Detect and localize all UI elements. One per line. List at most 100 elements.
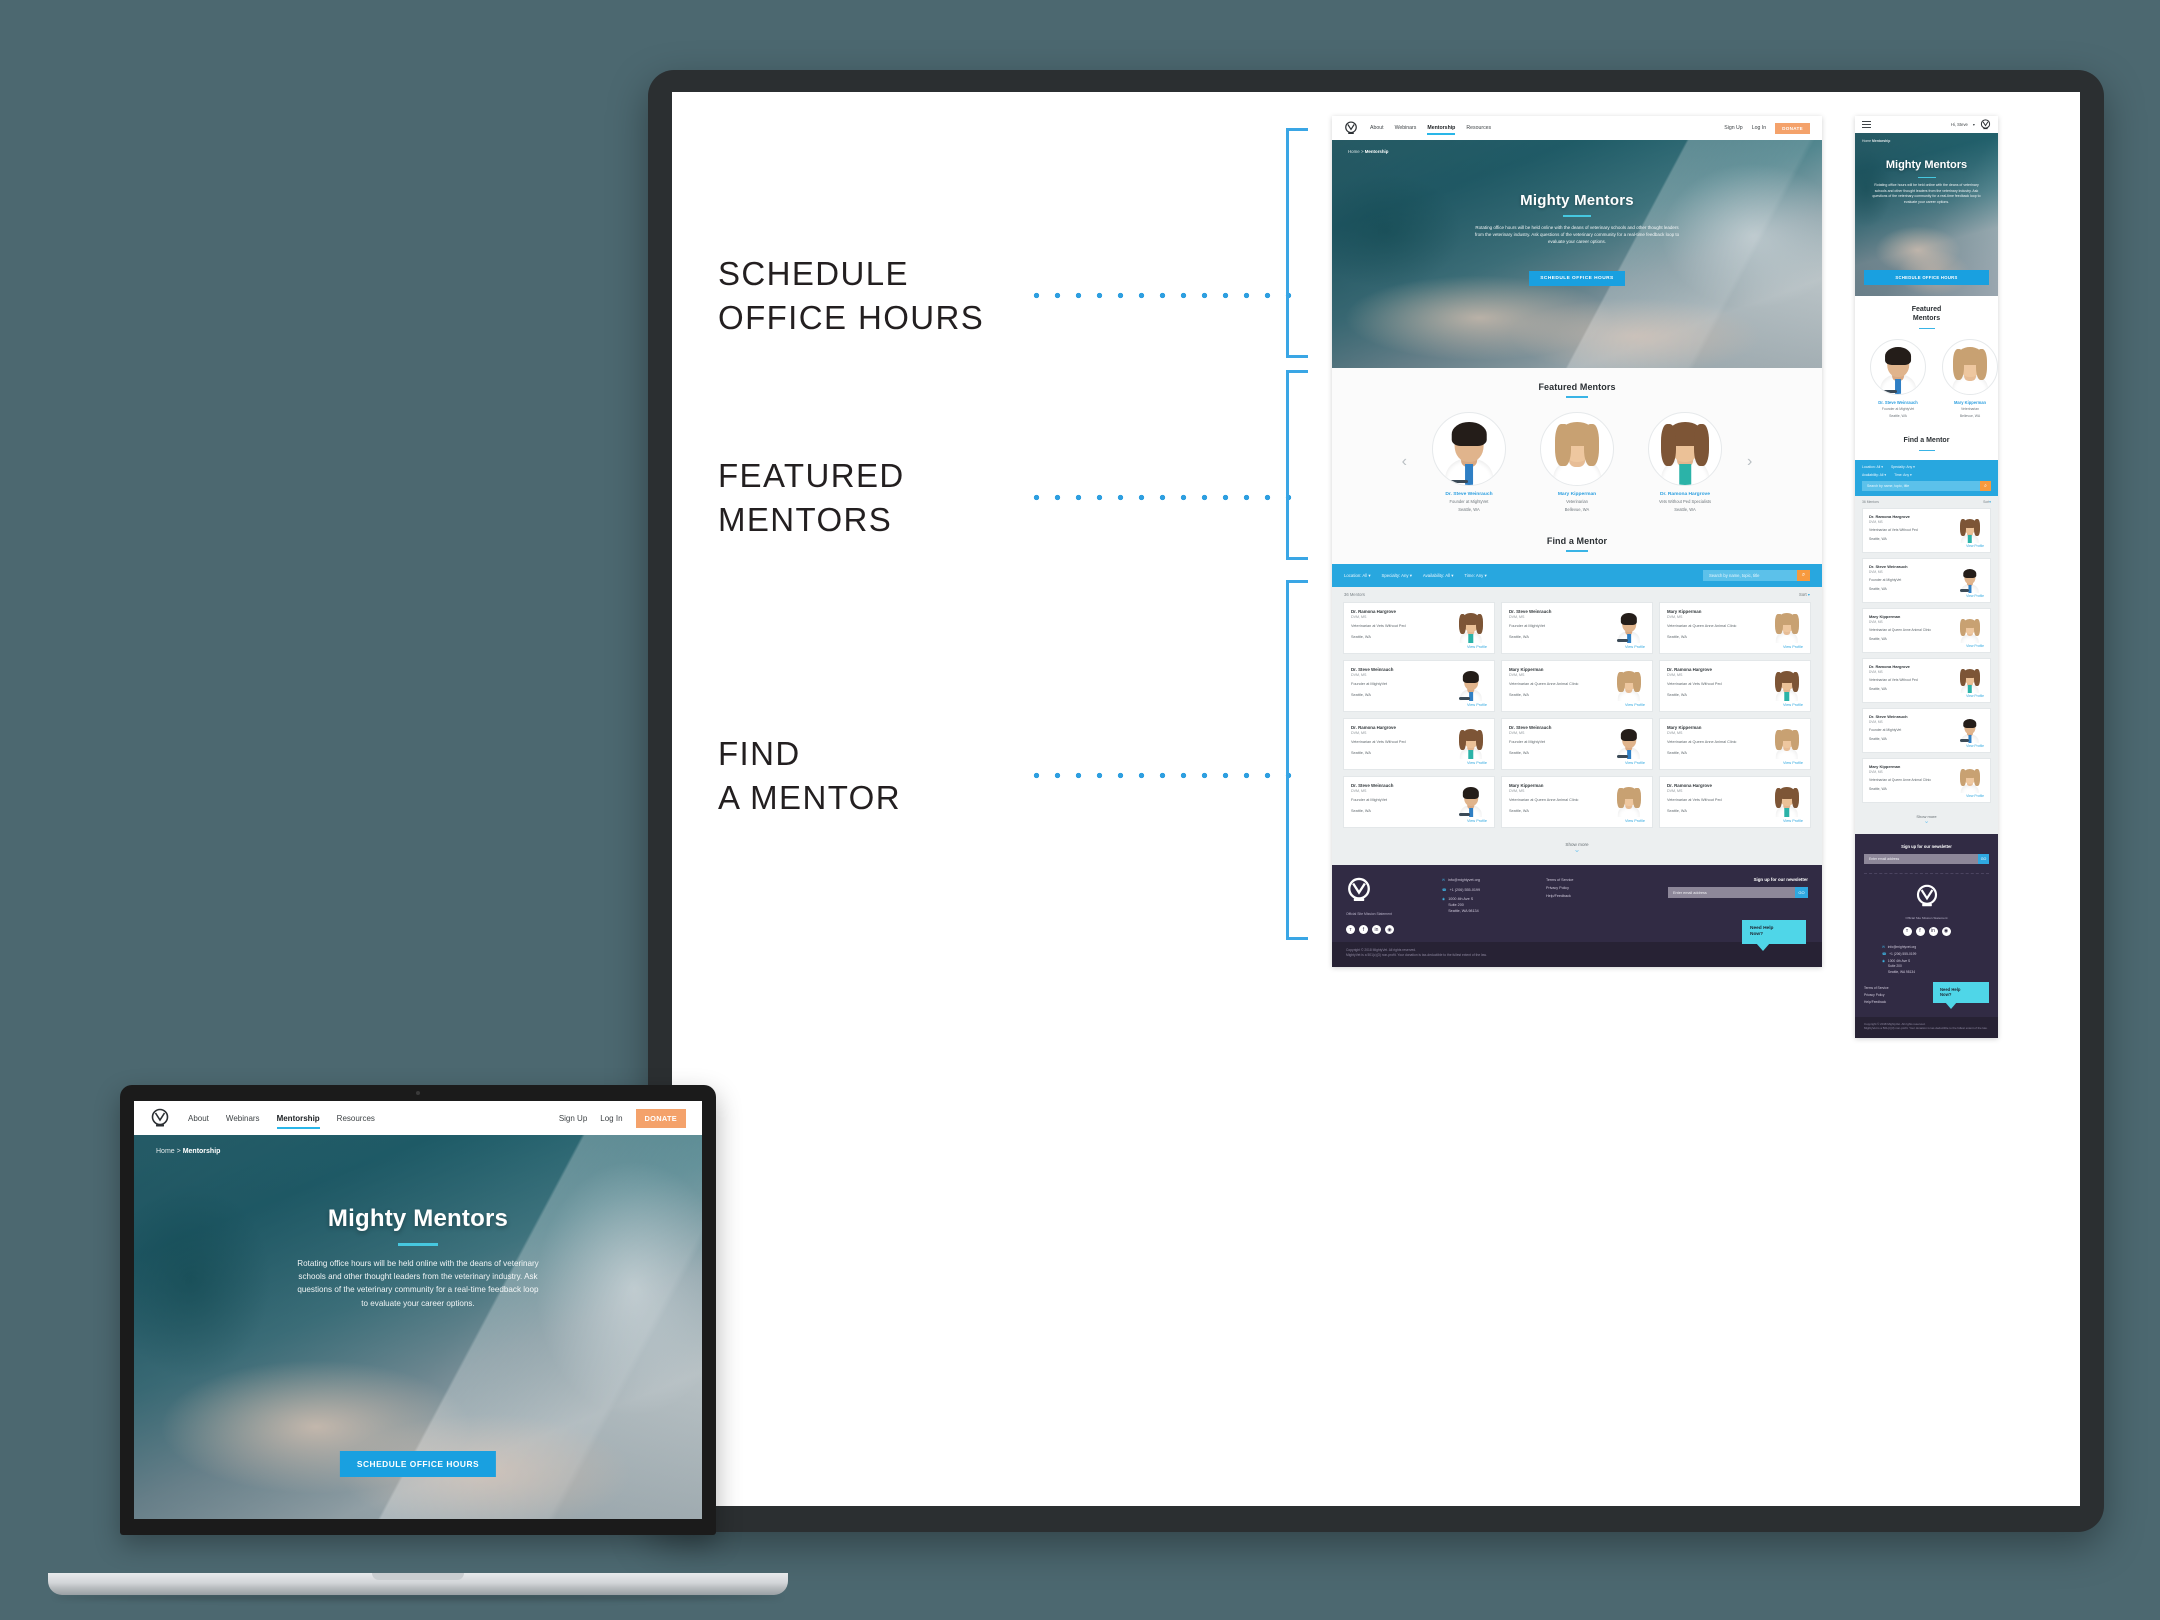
footer-link-terms[interactable]: Terms of Service xyxy=(1546,877,1638,885)
donate-button[interactable]: DONATE xyxy=(1775,122,1810,134)
featured-mentor-item[interactable]: Mary Kipperman Veterinarian Bellevue, WA xyxy=(1939,338,1998,419)
mentor-card[interactable]: Mary Kipperman DVM, MS Veterinarian at Que… xyxy=(1659,602,1811,655)
sign-up-link[interactable]: Sign Up xyxy=(1724,125,1742,131)
footer-email[interactable]: info@mightyvet.org xyxy=(1888,945,1916,950)
filter-location[interactable]: Location: All ▾ xyxy=(1344,573,1371,579)
view-profile-link[interactable]: View Profile xyxy=(1625,761,1645,765)
view-profile-link[interactable]: View Profile xyxy=(1467,703,1487,707)
sort-dropdown[interactable]: Sort ▾ xyxy=(1799,592,1810,597)
view-profile-link[interactable]: View Profile xyxy=(1467,819,1487,823)
hamburger-menu-icon[interactable] xyxy=(1862,119,1871,130)
need-help-now-badge[interactable]: Need Help Now? xyxy=(1933,981,1989,1009)
twitter-icon[interactable]: ᴛ xyxy=(1902,926,1912,936)
featured-mentor-item[interactable]: Dr. Steve Weinrauch Founder at MightyVet… xyxy=(1867,338,1929,419)
mightyvet-logo-icon[interactable] xyxy=(1980,119,1991,130)
nav-link-resources[interactable]: Resources xyxy=(337,1114,375,1123)
search-icon[interactable]: ⌕ xyxy=(1980,480,1991,491)
mentor-card[interactable]: Mary Kipperman DVM, MS Veterinarian at Que… xyxy=(1501,776,1653,829)
view-profile-link[interactable]: View Profile xyxy=(1783,819,1803,823)
nav-link-mentorship[interactable]: Mentorship xyxy=(1427,125,1455,135)
linkedin-icon[interactable]: in xyxy=(1928,926,1938,936)
view-profile-link[interactable]: View Profile xyxy=(1625,703,1645,707)
show-more-button[interactable]: Show more ⌄ xyxy=(1855,810,1998,834)
featured-mentor-item[interactable]: Dr. Ramona Hargrove Vets Without Ped Spe… xyxy=(1639,411,1731,513)
view-profile-link[interactable]: View Profile xyxy=(1783,645,1803,649)
sign-up-link[interactable]: Sign Up xyxy=(559,1114,587,1123)
footer-phone[interactable]: +1 (206) 555-0199 xyxy=(1450,887,1480,893)
log-in-link[interactable]: Log In xyxy=(1752,125,1766,131)
mentor-card[interactable]: Dr. Steve Weinrauch DVM, MS Founder at Mig… xyxy=(1862,557,1991,603)
newsletter-email-input[interactable]: Enter email address xyxy=(1668,887,1795,899)
view-profile-link[interactable]: View Profile xyxy=(1966,594,1984,598)
filter-specialty[interactable]: Specialty: Any ▾ xyxy=(1382,573,1412,579)
view-profile-link[interactable]: View Profile xyxy=(1783,761,1803,765)
mentor-card[interactable]: Dr. Ramona Hargrove DVM, MS Veterinarian a… xyxy=(1659,776,1811,829)
mentor-card[interactable]: Mary Kipperman DVM, MS Veterinarian at Que… xyxy=(1659,718,1811,771)
donate-button[interactable]: DONATE xyxy=(635,1108,686,1128)
filter-location[interactable]: Location: All ▾ xyxy=(1862,465,1883,469)
view-profile-link[interactable]: View Profile xyxy=(1783,703,1803,707)
mentor-card[interactable]: Dr. Ramona Hargrove DVM, MS Veterinarian a… xyxy=(1862,657,1991,703)
mightyvet-logo-icon[interactable] xyxy=(150,1108,170,1128)
view-profile-link[interactable]: View Profile xyxy=(1966,744,1984,748)
mentor-card[interactable]: Dr. Ramona Hargrove DVM, MS Veterinarian a… xyxy=(1343,602,1495,655)
view-profile-link[interactable]: View Profile xyxy=(1966,794,1984,798)
footer-link-help[interactable]: Help/Feedback xyxy=(1546,893,1638,901)
mentor-card[interactable]: Dr. Ramona Hargrove DVM, MS Veterinarian a… xyxy=(1343,718,1495,771)
facebook-icon[interactable]: f xyxy=(1359,925,1368,935)
view-profile-link[interactable]: View Profile xyxy=(1625,819,1645,823)
filter-availability[interactable]: Availability: All ▾ xyxy=(1423,573,1454,579)
featured-mentor-item[interactable]: Mary Kipperman Veterinarian Bellevue, WA xyxy=(1531,411,1623,513)
mentor-card[interactable]: Mary Kipperman DVM, MS Veterinarian at Que… xyxy=(1862,607,1991,653)
mentor-search-input[interactable]: Search by name, topic, title xyxy=(1703,570,1797,582)
log-in-link[interactable]: Log In xyxy=(600,1114,622,1123)
footer-email[interactable]: info@mightyvet.org xyxy=(1448,877,1480,883)
mentor-card[interactable]: Dr. Steve Weinrauch DVM, MS Founder at Mig… xyxy=(1343,776,1495,829)
search-icon[interactable]: ⌕ xyxy=(1797,570,1810,582)
schedule-office-hours-button[interactable]: SCHEDULE OFFICE HOURS xyxy=(1529,271,1625,287)
need-help-now-badge[interactable]: Need Help Now? xyxy=(1742,919,1806,952)
filter-time[interactable]: Time: Any ▾ xyxy=(1894,473,1912,477)
view-profile-link[interactable]: View Profile xyxy=(1625,645,1645,649)
nav-link-about[interactable]: About xyxy=(188,1114,209,1123)
view-profile-link[interactable]: View Profile xyxy=(1467,761,1487,765)
twitter-icon[interactable]: ᴛ xyxy=(1346,925,1355,935)
mentor-card[interactable]: Dr. Steve Weinrauch DVM, MS Founder at Mig… xyxy=(1862,707,1991,753)
mentor-search-input[interactable]: Search by name, topic, title xyxy=(1862,480,1980,491)
footer-link-privacy[interactable]: Privacy Policy xyxy=(1546,885,1638,893)
breadcrumb-home[interactable]: Home xyxy=(1348,149,1360,154)
mentor-card[interactable]: Mary Kipperman DVM, MS Veterinarian at Que… xyxy=(1862,757,1991,803)
show-more-button[interactable]: Show more ⌄ xyxy=(1332,838,1822,866)
mobile-schedule-office-hours-button[interactable]: SCHEDULE OFFICE HOURS xyxy=(1864,270,1989,285)
linkedin-icon[interactable]: in xyxy=(1372,925,1381,935)
newsletter-submit-button[interactable]: GO xyxy=(1795,887,1808,899)
nav-link-resources[interactable]: Resources xyxy=(1466,125,1491,131)
nav-link-mentorship[interactable]: Mentorship xyxy=(276,1114,320,1129)
mightyvet-logo-icon[interactable] xyxy=(1344,121,1358,135)
filter-time[interactable]: Time: Any ▾ xyxy=(1464,573,1486,579)
view-profile-link[interactable]: View Profile xyxy=(1966,694,1984,698)
footer-phone[interactable]: +1 (206) 555-0199 xyxy=(1889,952,1916,957)
filter-specialty[interactable]: Specialty: Any ▾ xyxy=(1891,465,1915,469)
breadcrumb-home[interactable]: Home xyxy=(156,1148,175,1155)
schedule-office-hours-button[interactable]: SCHEDULE OFFICE HOURS xyxy=(339,1451,497,1477)
mentor-card[interactable]: Dr. Steve Weinrauch DVM, MS Founder at Mig… xyxy=(1343,660,1495,713)
view-profile-link[interactable]: View Profile xyxy=(1467,645,1487,649)
carousel-next-arrow-icon[interactable]: › xyxy=(1747,454,1752,470)
nav-link-about[interactable]: About xyxy=(1370,125,1384,131)
sort-dropdown[interactable]: Sort▾ xyxy=(1983,500,1991,504)
newsletter-submit-button[interactable]: GO xyxy=(1978,853,1989,864)
mentor-card[interactable]: Dr. Ramona Hargrove DVM, MS Veterinarian a… xyxy=(1862,507,1991,553)
instagram-icon[interactable]: ◉ xyxy=(1941,926,1951,936)
carousel-prev-arrow-icon[interactable]: ‹ xyxy=(1402,454,1407,470)
nav-link-webinars[interactable]: Webinars xyxy=(226,1114,260,1123)
mentor-card[interactable]: Dr. Steve Weinrauch DVM, MS Founder at Mig… xyxy=(1501,602,1653,655)
view-profile-link[interactable]: View Profile xyxy=(1966,644,1984,648)
mobile-user-label[interactable]: Hi, Steve xyxy=(1951,122,1968,127)
newsletter-email-input[interactable]: Enter email address xyxy=(1864,853,1978,864)
featured-mentor-item[interactable]: Dr. Steve Weinrauch Founder at MightyVet… xyxy=(1423,411,1515,513)
mentor-card[interactable]: Dr. Ramona Hargrove DVM, MS Veterinarian a… xyxy=(1659,660,1811,713)
facebook-icon[interactable]: f xyxy=(1915,926,1925,936)
filter-availability[interactable]: Availability: All ▾ xyxy=(1862,473,1886,477)
nav-link-webinars[interactable]: Webinars xyxy=(1395,125,1417,131)
